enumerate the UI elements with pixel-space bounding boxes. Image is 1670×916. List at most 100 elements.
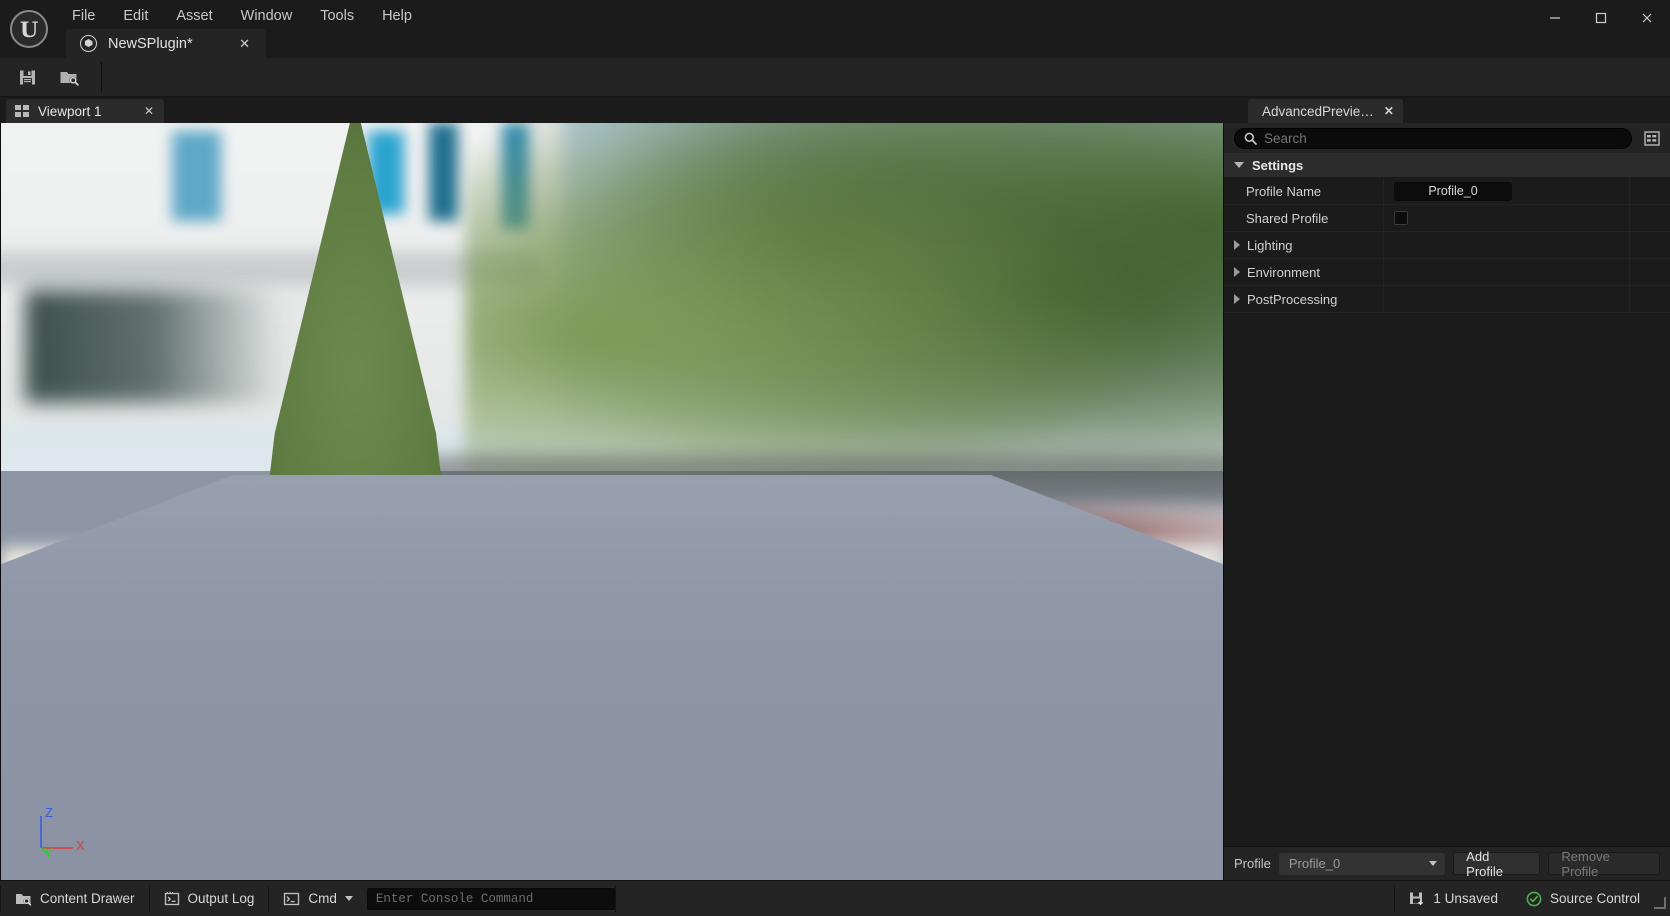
menu-item-help[interactable]: Help	[368, 4, 426, 28]
editor-body: Viewport 1 ✕ Z X Y AdvancedPrevie… ✕ Sea…	[0, 97, 1670, 880]
details-tab-label: AdvancedPrevie…	[1262, 103, 1374, 119]
property-value	[1384, 232, 1630, 258]
property-value: Profile_0	[1384, 178, 1630, 204]
unsaved-button[interactable]: 1 Unsaved	[1395, 881, 1512, 916]
category-settings[interactable]: Settings	[1224, 153, 1670, 178]
close-icon[interactable]: ✕	[1384, 104, 1394, 118]
unreal-editor-window: U File Edit Asset Window Tools Help NewS…	[0, 0, 1670, 916]
viewport-tab-strip: Viewport 1 ✕	[0, 97, 1224, 123]
chevron-right-icon[interactable]	[1234, 294, 1240, 304]
cmd-dropdown[interactable]: Cmd	[269, 881, 367, 916]
window-controls	[1532, 0, 1670, 36]
property-row-lighting[interactable]: Lighting	[1224, 232, 1670, 259]
property-label: Shared Profile	[1224, 205, 1384, 231]
column-settings-button[interactable]	[1640, 127, 1664, 149]
close-button[interactable]	[1624, 0, 1670, 36]
property-label: Lighting	[1224, 232, 1384, 258]
table-columns-icon	[1644, 130, 1660, 146]
unsaved-label: 1 Unsaved	[1433, 891, 1498, 906]
tab-viewport-1[interactable]: Viewport 1 ✕	[6, 99, 164, 123]
cmd-label: Cmd	[308, 891, 337, 906]
property-row-postprocessing[interactable]: PostProcessing	[1224, 286, 1670, 313]
profile-footer: Profile Profile_0 Add Profile Remove Pro…	[1224, 846, 1670, 880]
search-input[interactable]: Search	[1234, 127, 1632, 149]
remove-profile-button: Remove Profile	[1548, 849, 1661, 879]
building-window	[428, 123, 458, 222]
asset-sphere-icon	[80, 35, 97, 52]
menu-item-file[interactable]: File	[58, 4, 109, 28]
source-control-icon	[1526, 891, 1542, 906]
menu-item-asset[interactable]: Asset	[162, 4, 226, 28]
property-row-environment[interactable]: Environment	[1224, 259, 1670, 286]
property-label-text: PostProcessing	[1247, 291, 1338, 307]
chevron-down-icon	[1234, 162, 1244, 168]
profile-label: Profile	[1234, 856, 1271, 871]
details-property-list: Settings Profile Name Profile_0 Shared P…	[1224, 153, 1670, 846]
title-bar: U File Edit Asset Window Tools Help NewS…	[0, 0, 1670, 58]
property-tail	[1630, 259, 1670, 285]
minimize-button[interactable]	[1532, 0, 1578, 36]
axis-label-y: Y	[44, 845, 53, 858]
profile-select-value: Profile_0	[1288, 856, 1341, 871]
property-label-text: Environment	[1247, 264, 1320, 280]
property-label-text: Lighting	[1247, 237, 1293, 253]
preview-floor-plane	[1, 475, 1223, 880]
status-divider	[614, 885, 616, 912]
menu-item-tools[interactable]: Tools	[306, 4, 368, 28]
close-icon[interactable]: ✕	[142, 104, 156, 118]
tab-advanced-preview-settings[interactable]: AdvancedPrevie… ✕	[1248, 99, 1403, 123]
details-tab-strip: AdvancedPrevie… ✕	[1224, 97, 1670, 123]
resize-grip[interactable]	[1654, 896, 1666, 909]
menu-item-edit[interactable]: Edit	[109, 4, 162, 28]
axis-label-z: Z	[45, 806, 53, 820]
property-label: Profile Name	[1224, 178, 1384, 204]
chevron-right-icon[interactable]	[1234, 267, 1240, 277]
content-drawer-button[interactable]: Content Drawer	[1, 881, 149, 916]
category-label: Settings	[1252, 157, 1304, 173]
output-log-icon	[164, 891, 179, 906]
document-tab-strip: NewSPlugin* ✕	[66, 29, 266, 58]
source-control-button[interactable]: Source Control	[1512, 881, 1654, 916]
content-drawer-icon	[16, 894, 32, 906]
chevron-down-icon	[1429, 861, 1438, 866]
search-placeholder: Search	[1264, 130, 1307, 146]
chevron-down-icon	[344, 896, 353, 901]
profile-name-field[interactable]: Profile_0	[1394, 181, 1512, 201]
maximize-button[interactable]	[1578, 0, 1624, 36]
property-tail	[1630, 232, 1670, 258]
axis-gizmo: Z X Y	[31, 806, 87, 858]
property-value	[1384, 286, 1630, 312]
details-search-row: Search	[1224, 123, 1670, 153]
source-control-label: Source Control	[1549, 891, 1640, 906]
asset-toolbar	[0, 58, 1670, 97]
document-tab-newsplugin[interactable]: NewSPlugin* ✕	[66, 29, 266, 58]
unsaved-save-icon	[1410, 892, 1424, 905]
output-log-label: Output Log	[187, 891, 255, 906]
property-tail	[1630, 205, 1670, 231]
viewport-layout-icon	[15, 105, 29, 117]
chevron-right-icon[interactable]	[1234, 240, 1240, 250]
save-button[interactable]	[8, 61, 46, 93]
building-window	[172, 130, 221, 222]
menu-bar: File Edit Asset Window Tools Help	[58, 0, 426, 30]
document-tab-label: NewSPlugin*	[108, 35, 193, 52]
property-row-profile-name: Profile Name Profile_0	[1224, 178, 1670, 205]
add-profile-button[interactable]: Add Profile	[1453, 849, 1541, 879]
property-label: Environment	[1224, 259, 1384, 285]
browse-button[interactable]	[50, 61, 88, 93]
profile-select[interactable]: Profile_0	[1278, 852, 1446, 875]
property-value	[1384, 205, 1630, 231]
building-band	[1, 251, 539, 286]
console-command-input[interactable]: Enter Console Command	[366, 887, 615, 910]
close-icon[interactable]: ✕	[236, 35, 253, 52]
console-placeholder: Enter Console Command	[375, 891, 534, 906]
viewport-tab-label: Viewport 1	[38, 103, 102, 119]
viewport-3d-canvas[interactable]: Z X Y	[0, 123, 1224, 880]
shared-profile-checkbox[interactable]	[1394, 211, 1408, 225]
output-log-button[interactable]: Output Log	[150, 881, 269, 916]
property-label-text: Shared Profile	[1246, 210, 1329, 226]
search-icon	[1244, 132, 1257, 145]
unreal-logo[interactable]: U	[0, 0, 58, 58]
property-label-text: Profile Name	[1246, 183, 1322, 199]
menu-item-window[interactable]: Window	[227, 4, 307, 28]
